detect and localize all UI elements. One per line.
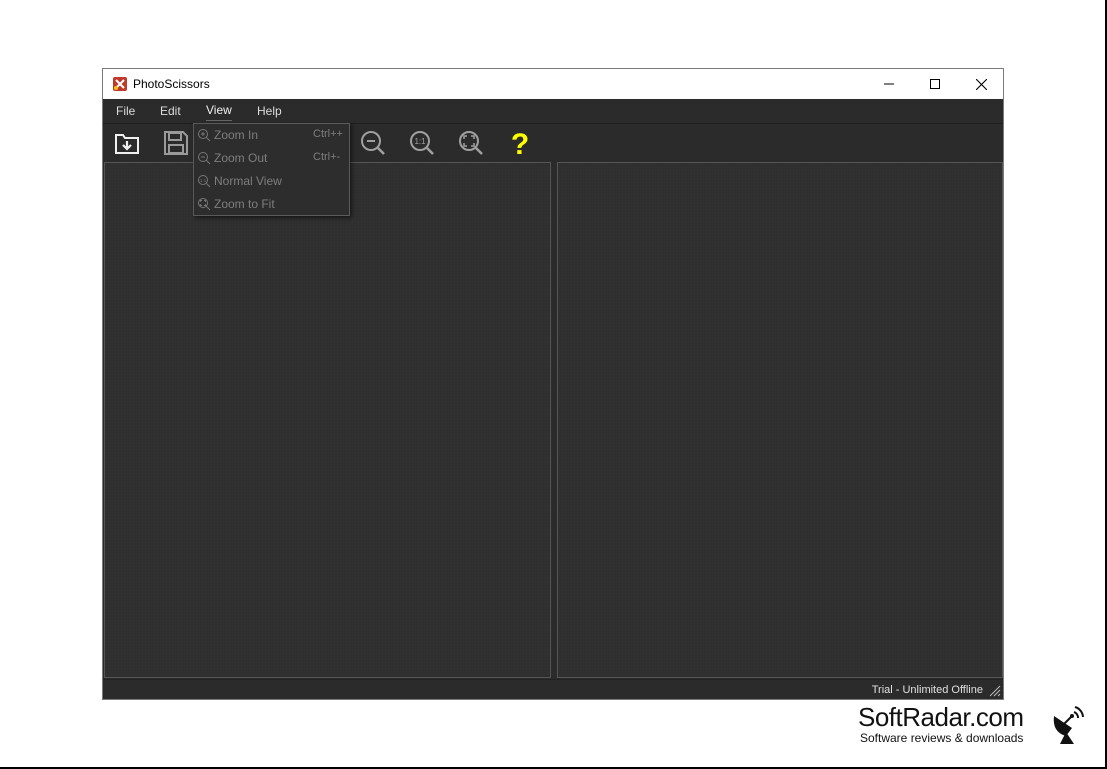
resize-grip-icon[interactable]	[989, 685, 1001, 697]
normal-view-icon: 1:1	[410, 131, 434, 155]
status-bar: Trial - Unlimited Offline	[103, 679, 1003, 699]
minimize-icon	[884, 83, 894, 85]
license-status: Trial - Unlimited Offline	[871, 684, 983, 696]
menu-edit[interactable]: Edit	[160, 104, 181, 118]
menu-item-label: Normal View	[214, 174, 282, 188]
menu-item-normal-view[interactable]: 1:1 Normal View	[194, 170, 349, 193]
save-icon	[164, 131, 188, 155]
menu-item-shortcut: Ctrl+-	[313, 151, 341, 163]
menu-item-label: Zoom Out	[214, 151, 268, 165]
open-button[interactable]	[112, 128, 142, 158]
menu-item-label: Zoom to Fit	[214, 197, 275, 211]
zoom-to-fit-button[interactable]	[456, 128, 486, 158]
maximize-button[interactable]	[912, 69, 958, 99]
title-bar[interactable]: PhotoScissors	[103, 69, 1003, 99]
svg-text:?: ?	[511, 128, 529, 158]
close-button[interactable]	[958, 69, 1004, 99]
menu-item-shortcut: Ctrl++	[313, 128, 343, 140]
help-button[interactable]: ?	[505, 128, 535, 158]
menu-bar: File Edit View Help	[103, 99, 1003, 123]
save-button[interactable]	[161, 128, 191, 158]
maximize-icon	[930, 79, 940, 89]
menu-help[interactable]: Help	[257, 104, 282, 118]
view-dropdown-menu: Zoom In Ctrl++ Zoom Out Ctrl+- 1:1 Norma…	[193, 123, 350, 216]
menu-item-zoom-in[interactable]: Zoom In Ctrl++	[194, 124, 349, 147]
zoom-out-button[interactable]	[358, 128, 388, 158]
help-icon: ?	[511, 128, 529, 158]
zoom-in-icon	[198, 129, 211, 142]
svg-text:1:1: 1:1	[414, 137, 426, 146]
watermark-subtitle: Software reviews & downloads	[860, 731, 1024, 745]
screenshot-stage: PhotoScissors File Edit View Help 1:1 ? …	[0, 0, 1107, 769]
window-title: PhotoScissors	[133, 77, 210, 91]
svg-text:1:1: 1:1	[200, 178, 207, 183]
zoom-out-icon	[198, 152, 211, 165]
zoom-to-fit-icon	[198, 198, 211, 211]
watermark-title: SoftRadar.com	[858, 702, 1024, 732]
zoom-to-fit-icon	[459, 131, 483, 155]
zoom-out-icon	[361, 131, 385, 155]
source-image-panel[interactable]	[104, 162, 551, 678]
menu-item-zoom-out[interactable]: Zoom Out Ctrl+-	[194, 147, 349, 170]
normal-view-button[interactable]: 1:1	[407, 128, 437, 158]
result-image-panel[interactable]	[557, 162, 1003, 678]
menu-file[interactable]: File	[116, 104, 135, 118]
satellite-dish-icon	[1053, 706, 1084, 744]
menu-item-label: Zoom In	[214, 128, 259, 142]
menu-item-zoom-to-fit[interactable]: Zoom to Fit	[194, 193, 349, 216]
minimize-button[interactable]	[866, 69, 912, 99]
menu-view[interactable]: View	[206, 103, 232, 117]
menu-view-underline	[206, 120, 232, 121]
softradar-watermark: SoftRadar.com Software reviews & downloa…	[858, 702, 1098, 748]
normal-view-icon: 1:1	[198, 175, 211, 188]
open-icon	[115, 134, 139, 154]
app-logo-icon	[113, 77, 127, 91]
close-icon	[975, 78, 987, 90]
